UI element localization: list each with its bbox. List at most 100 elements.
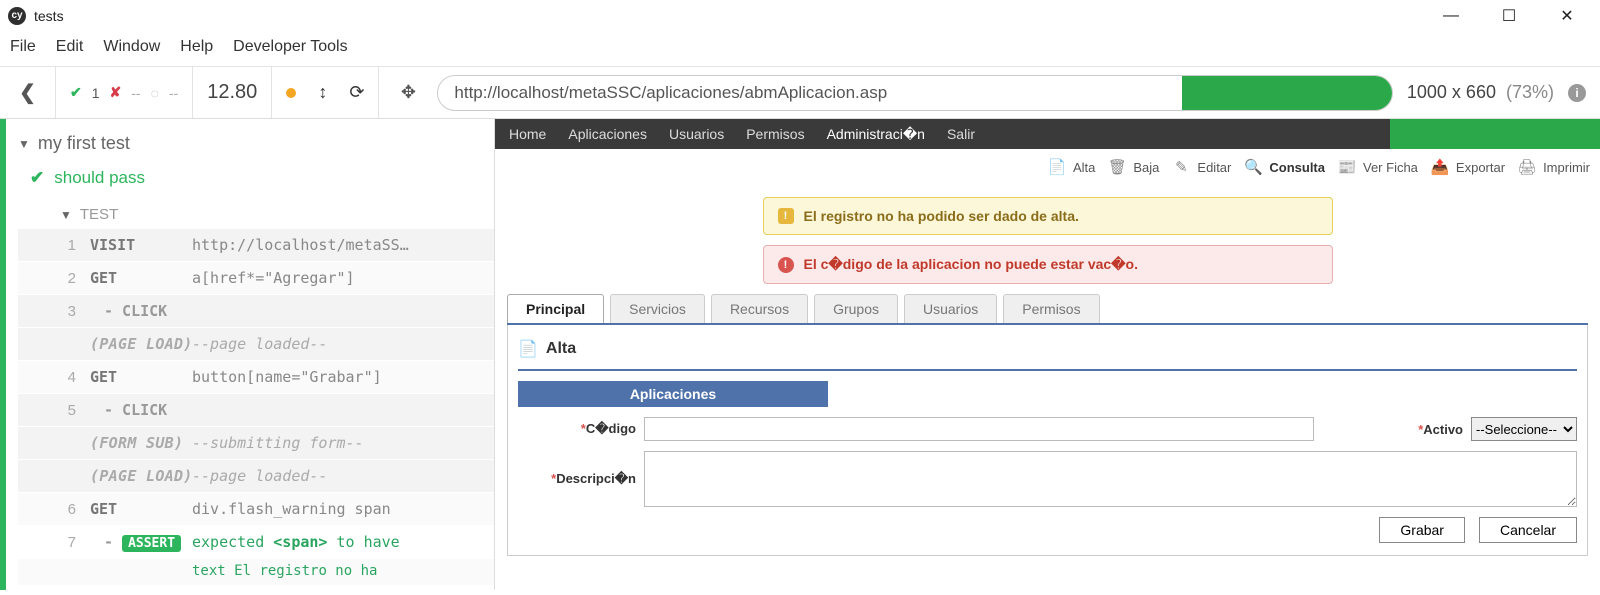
- assert-badge: ASSERT: [122, 535, 181, 552]
- toolbar-label: Ver Ficha: [1363, 160, 1418, 175]
- command-event-row[interactable]: (PAGE LOAD) --page loaded--: [18, 328, 494, 361]
- toolbar-label: Editar: [1197, 160, 1231, 175]
- toolbar-consulta[interactable]: 🔍Consulta: [1241, 155, 1325, 179]
- aut-url[interactable]: http://localhost/metaSSC/aplicaciones/ab…: [437, 75, 1392, 111]
- toolbar-verficha[interactable]: 📰 Ver Ficha: [1335, 155, 1418, 179]
- tab-permisos[interactable]: Permisos: [1003, 294, 1099, 323]
- export-icon: 📤: [1428, 155, 1452, 179]
- tab-strip: Principal Servicios Recursos Grupos Usua…: [507, 294, 1588, 325]
- alert-error: ! El c�digo de la aplicacion no puede es…: [763, 245, 1333, 284]
- command-row[interactable]: 2 GET a[href*="Agregar"]: [18, 262, 494, 295]
- menu-help[interactable]: Help: [180, 38, 213, 56]
- activo-select[interactable]: --Seleccione--: [1471, 417, 1577, 441]
- codigo-label: *C�digo: [518, 421, 636, 437]
- view-icon: 📰: [1335, 155, 1359, 179]
- toolbar-alta[interactable]: 📄Alta: [1045, 155, 1095, 179]
- aut-nav: Home Aplicaciones Usuarios Permisos Admi…: [495, 119, 1600, 149]
- minimize-button[interactable]: ―: [1436, 1, 1466, 31]
- menu-edit[interactable]: Edit: [56, 38, 84, 56]
- cmd-name: GET: [76, 500, 192, 518]
- test-body-label[interactable]: ▼ TEST: [18, 196, 494, 229]
- cmd-name: - CLICK: [90, 401, 167, 419]
- cmd-number: 7: [48, 534, 76, 551]
- nav-aplicaciones[interactable]: Aplicaciones: [568, 126, 647, 142]
- maximize-button[interactable]: ☐: [1494, 1, 1524, 31]
- cmd-number: 6: [48, 501, 76, 518]
- cmd-number: 4: [48, 369, 76, 386]
- window-title: tests: [34, 8, 64, 24]
- runner-toolbar: ❮ ✔ 1 ✘ -- ◌ -- 12.80 ↕ ⟳ ✥ http://local…: [0, 67, 1600, 119]
- cmd-message: button[name="Grabar"]: [192, 368, 494, 386]
- close-button[interactable]: ✕: [1552, 1, 1582, 31]
- command-event-row[interactable]: (PAGE LOAD) --page loaded--: [18, 460, 494, 493]
- info-icon[interactable]: i: [1568, 84, 1586, 102]
- descripcion-input[interactable]: [644, 451, 1577, 507]
- command-row[interactable]: 5 - CLICK: [18, 394, 494, 427]
- cancelar-button[interactable]: Cancelar: [1479, 517, 1577, 543]
- aut-preview: Home Aplicaciones Usuarios Permisos Admi…: [494, 119, 1600, 590]
- alert-text: El registro no ha podido ser dado de alt…: [804, 208, 1079, 224]
- nav-salir[interactable]: Salir: [947, 126, 975, 142]
- viewport-toggle-icon[interactable]: ↕: [318, 82, 327, 103]
- nav-usuarios[interactable]: Usuarios: [669, 126, 724, 142]
- codigo-input[interactable]: [644, 417, 1314, 441]
- test-title: should pass: [54, 168, 145, 188]
- nav-administracion[interactable]: Administraci�n: [827, 126, 925, 143]
- selector-playground-icon[interactable]: ✥: [393, 82, 423, 103]
- toolbar-baja[interactable]: 🗑Baja: [1105, 155, 1159, 179]
- pending-count: --: [169, 85, 178, 101]
- panel-title: Alta: [546, 340, 576, 358]
- assert-text: text: [192, 563, 234, 579]
- viewport-size: 1000 x 660: [1407, 82, 1496, 102]
- reload-button[interactable]: ⟳: [349, 82, 364, 103]
- command-row[interactable]: 4 GET button[name="Grabar"]: [18, 361, 494, 394]
- viewport-info[interactable]: 1000 x 660 (73%): [1407, 82, 1554, 103]
- check-icon: ✔: [30, 168, 44, 188]
- tab-principal[interactable]: Principal: [507, 294, 604, 323]
- assert-bold: El registro no ha: [234, 563, 377, 579]
- alert-warning: ! El registro no ha podido ser dado de a…: [763, 197, 1333, 235]
- toolbar-label: Imprimir: [1543, 160, 1590, 175]
- toolbar-label: Baja: [1133, 160, 1159, 175]
- toolbar-exportar[interactable]: 📤Exportar: [1428, 155, 1505, 179]
- cmd-name: GET: [76, 269, 192, 287]
- form-panel: 📄 Alta Aplicaciones *C�digo *Activo --Se…: [507, 325, 1588, 556]
- warning-icon: !: [778, 208, 794, 224]
- cmd-number: 1: [48, 237, 76, 254]
- suite-row[interactable]: ▼ my first test: [18, 129, 494, 164]
- nav-home[interactable]: Home: [509, 126, 546, 142]
- menu-window[interactable]: Window: [103, 38, 160, 56]
- nav-permisos[interactable]: Permisos: [746, 126, 804, 142]
- test-row[interactable]: ✔ should pass: [18, 164, 494, 196]
- form-section-title: Aplicaciones: [518, 381, 828, 407]
- menu-devtools[interactable]: Developer Tools: [233, 38, 347, 56]
- cmd-number: 5: [48, 402, 76, 419]
- command-row[interactable]: 6 GET div.flash_warning span: [18, 493, 494, 526]
- viewport-scale: (73%): [1506, 82, 1554, 102]
- command-event-row[interactable]: (FORM SUB) --submitting form--: [18, 427, 494, 460]
- cmd-name: GET: [76, 368, 192, 386]
- command-row[interactable]: 1 VISIT http://localhost/metaSS…: [18, 229, 494, 262]
- menu-file[interactable]: File: [10, 38, 36, 56]
- tab-recursos[interactable]: Recursos: [711, 294, 808, 323]
- tab-servicios[interactable]: Servicios: [610, 294, 705, 323]
- suite-title: my first test: [38, 133, 130, 154]
- grabar-button[interactable]: Grabar: [1379, 517, 1465, 543]
- fail-count: --: [131, 85, 140, 101]
- command-row[interactable]: 3 - CLICK: [18, 295, 494, 328]
- caret-down-icon: ▼: [60, 208, 72, 222]
- toolbar-label: Consulta: [1269, 160, 1325, 175]
- reporter-panel: ▼ my first test ✔ should pass ▼ TEST 1 V…: [0, 119, 494, 590]
- tab-grupos[interactable]: Grupos: [814, 294, 898, 323]
- print-icon: 🖨: [1515, 155, 1539, 179]
- activo-label: *Activo: [1418, 422, 1463, 437]
- elapsed-time: 12.80: [193, 67, 272, 118]
- command-assert-row[interactable]: 7 - ASSERT expected <span> to have: [18, 526, 494, 559]
- toolbar-imprimir[interactable]: 🖨 Imprimir: [1515, 155, 1590, 179]
- app-icon: cy: [8, 7, 26, 25]
- tab-usuarios[interactable]: Usuarios: [904, 294, 997, 323]
- descripcion-label: *Descripci�n: [518, 471, 636, 487]
- back-button[interactable]: ❮: [0, 67, 56, 118]
- pass-count: 1: [92, 85, 100, 101]
- toolbar-editar[interactable]: ✎Editar: [1169, 155, 1231, 179]
